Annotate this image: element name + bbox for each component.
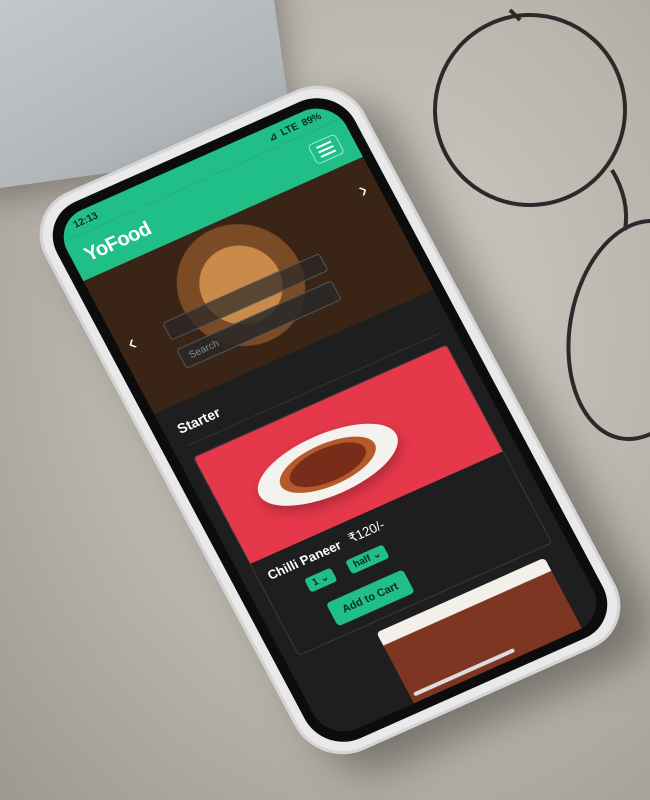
chevron-down-icon: ⌄: [318, 571, 332, 585]
chevron-left-icon[interactable]: ‹: [122, 330, 141, 356]
chevron-right-icon[interactable]: ›: [353, 177, 372, 203]
signal-icon: ⊿: [266, 130, 280, 144]
phone-frame: 12:13 ⊿ LTE 89% YoFood ‹ › Search Starte…: [21, 70, 639, 770]
battery-label: 89%: [299, 110, 324, 129]
network-label: LTE: [278, 120, 301, 138]
chevron-down-icon: ⌄: [370, 548, 384, 562]
phone-screen: 12:13 ⊿ LTE 89% YoFood ‹ › Search Starte…: [52, 98, 608, 742]
hamburger-menu-icon[interactable]: [307, 133, 345, 166]
portion-value: half: [351, 553, 373, 571]
quantity-select[interactable]: 1 ⌄: [304, 567, 338, 593]
